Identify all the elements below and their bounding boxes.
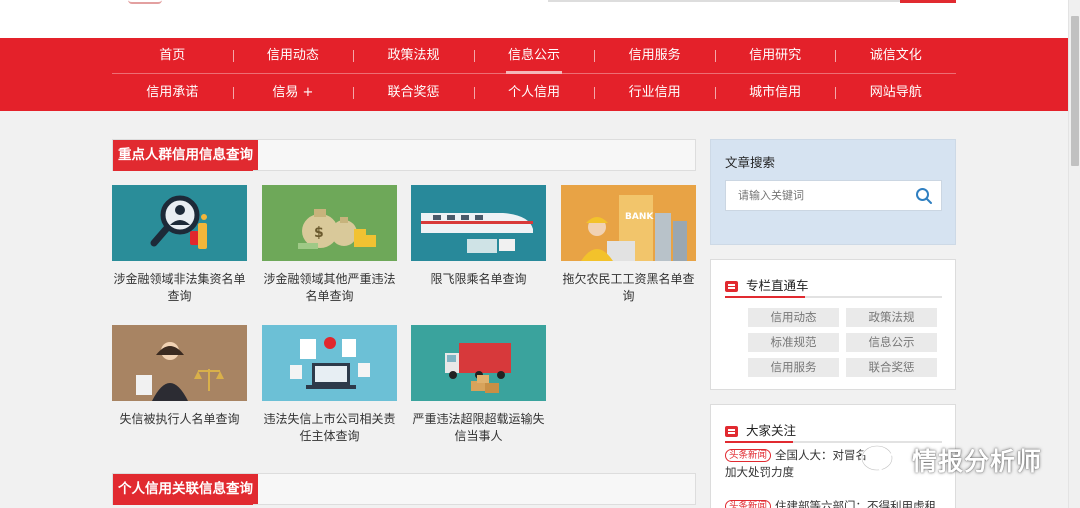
query-card-listed-company[interactable]: 违法失信上市公司相关责任主体查询 xyxy=(262,325,397,445)
column-shortcuts-panel: 专栏直通车 信用动态 政策法规 标准规范 信息公示 信用服务 联合奖惩 xyxy=(710,259,956,390)
wechat-icon xyxy=(860,444,904,475)
money-bags-icon: $ xyxy=(262,185,397,261)
query-card-other-violations[interactable]: $ 涉金融领域其他严重违法名单查询 xyxy=(262,185,397,305)
nav-item-credit-research[interactable]: 信用研究 xyxy=(714,38,836,73)
panel-title: 大家关注 xyxy=(746,423,797,438)
search-icon[interactable] xyxy=(915,187,933,205)
scrollbar-thumb[interactable] xyxy=(1071,16,1079,166)
news-text-continued: 加大处罚力度 xyxy=(725,465,794,479)
card-label: 失信被执行人名单查询 xyxy=(119,412,240,426)
nav-item-integrity-culture[interactable]: 诚信文化 xyxy=(835,38,956,73)
wechat-watermark: 情报分析师 xyxy=(858,440,1042,480)
panel-title-bar: 专栏直通车 xyxy=(725,278,942,298)
query-card-unpaid-wages[interactable]: BANK 拖欠农民工工资黑名单查询 xyxy=(561,185,696,305)
nav-item-home[interactable]: 首页 xyxy=(112,38,233,73)
tag-joint-reward-punish[interactable]: 联合奖惩 xyxy=(846,358,937,377)
news-text: 住建部等六部门：不得利用虚租 xyxy=(775,499,937,508)
nav-item-joint-reward-punish[interactable]: 联合奖惩 xyxy=(353,75,474,111)
article-search-panel: 文章搜索 xyxy=(710,139,956,245)
news-badge: 头条新闻 xyxy=(725,500,772,508)
news-badge: 头条新闻 xyxy=(725,449,772,462)
nav-item-info-disclosure[interactable]: 信息公示 xyxy=(473,38,595,74)
nav-item-site-nav[interactable]: 网站导航 xyxy=(835,75,956,111)
tag-policy[interactable]: 政策法规 xyxy=(846,308,937,327)
nav-item-personal-credit[interactable]: 个人信用 xyxy=(473,75,595,111)
nav-item-credit-service[interactable]: 信用服务 xyxy=(594,38,715,73)
nav-item-policy[interactable]: 政策法规 xyxy=(353,38,474,73)
nav-row-1: 首页 信用动态 政策法规 信息公示 信用服务 信用研究 诚信文化 xyxy=(112,38,956,74)
card-label: 违法失信上市公司相关责任主体查询 xyxy=(263,412,396,443)
overloaded-truck-icon xyxy=(411,325,546,401)
query-card-illegal-fundraising[interactable]: 涉金融领域非法集资名单查询 xyxy=(112,185,247,305)
high-speed-train-icon xyxy=(411,185,546,261)
query-card-dishonest-judgment-debtors[interactable]: 失信被执行人名单查询 xyxy=(112,325,247,428)
magnifier-person-icon xyxy=(112,185,247,261)
section-title: 重点人群信用信息查询 xyxy=(113,140,258,170)
svg-text:$: $ xyxy=(314,225,324,241)
nav-item-industry-credit[interactable]: 行业信用 xyxy=(594,75,715,111)
watermark-text: 情报分析师 xyxy=(912,447,1043,476)
nav-item-city-credit[interactable]: 城市信用 xyxy=(714,75,836,111)
svg-text:BANK: BANK xyxy=(625,212,654,222)
tag-info-disclosure[interactable]: 信息公示 xyxy=(846,333,937,352)
judge-scales-icon xyxy=(112,325,247,401)
tag-standards[interactable]: 标准规范 xyxy=(748,333,839,352)
panel-title: 专栏直通车 xyxy=(746,278,809,293)
news-item[interactable]: 头条新闻 住建部等六部门：不得利用虚租 xyxy=(725,498,942,508)
site-logo-fragment xyxy=(128,0,162,4)
tag-credit-news[interactable]: 信用动态 xyxy=(748,308,839,327)
construction-worker-bank-icon: BANK xyxy=(561,185,696,261)
query-card-flight-train-ban[interactable]: 限飞限乘名单查询 xyxy=(411,185,546,288)
top-search-field[interactable] xyxy=(548,0,900,2)
nav-item-credit-news[interactable]: 信用动态 xyxy=(232,38,354,73)
card-label: 严重违法超限超载运输失信当事人 xyxy=(412,412,545,443)
news-text: 全国人大：对冒名 xyxy=(775,448,868,462)
main-navigation: 首页 信用动态 政策法规 信息公示 信用服务 信用研究 诚信文化 信用承诺 信易… xyxy=(0,38,1068,111)
card-label: 限飞限乘名单查询 xyxy=(430,272,527,286)
nav-row-2: 信用承诺 信易 + 联合奖惩 个人信用 行业信用 城市信用 网站导航 xyxy=(112,75,956,111)
top-search-button[interactable] xyxy=(900,0,956,3)
card-icon xyxy=(725,426,738,437)
card-label: 拖欠农民工工资黑名单查询 xyxy=(562,272,695,303)
column-tag-grid: 信用动态 政策法规 标准规范 信息公示 信用服务 联合奖惩 xyxy=(748,308,937,377)
query-card-overloaded-transport[interactable]: 严重违法超限超载运输失信当事人 xyxy=(411,325,546,445)
card-icon xyxy=(725,281,738,292)
search-box xyxy=(725,180,942,211)
page-scrollbar[interactable] xyxy=(1068,0,1080,508)
section-header-key-groups: 重点人群信用信息查询 xyxy=(112,139,696,171)
tag-credit-service[interactable]: 信用服务 xyxy=(748,358,839,377)
laptop-documents-icon xyxy=(262,325,397,401)
search-panel-title: 文章搜索 xyxy=(725,155,776,170)
nav-item-credit-pledge[interactable]: 信用承诺 xyxy=(112,75,233,111)
card-label: 涉金融领域其他严重违法名单查询 xyxy=(263,272,396,303)
section-header-personal-credit: 个人信用关联信息查询 xyxy=(112,473,696,505)
top-header xyxy=(0,0,1068,38)
card-label: 涉金融领域非法集资名单查询 xyxy=(113,272,246,303)
nav-item-xinyi-plus[interactable]: 信易 + xyxy=(232,75,354,111)
section-title: 个人信用关联信息查询 xyxy=(113,474,258,504)
search-input[interactable] xyxy=(726,181,906,210)
title-underline xyxy=(725,296,942,298)
